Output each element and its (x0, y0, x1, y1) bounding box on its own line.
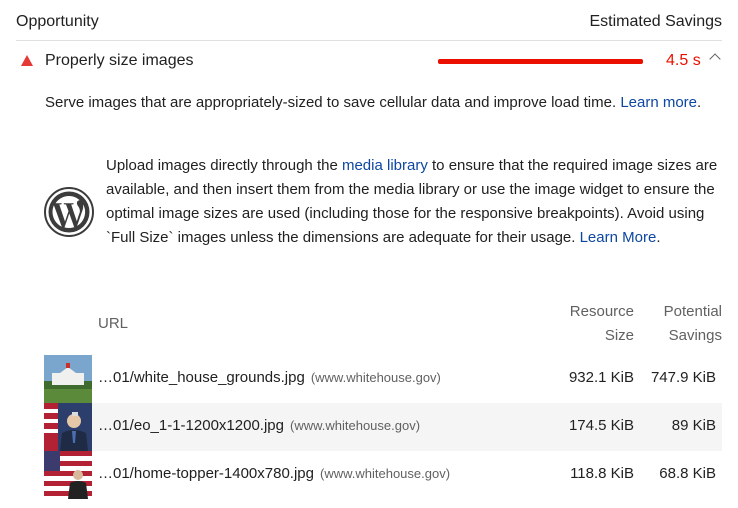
thumbnail-white-house (44, 355, 92, 403)
column-header-resource-line1: Resource (569, 303, 634, 320)
column-header-savings-line1: Potential (663, 303, 722, 320)
row-potential-savings: 68.8 KiB (659, 465, 716, 482)
column-header-resource-size: Resource Size (570, 300, 634, 348)
estimated-savings-header: Estimated Savings (589, 13, 722, 30)
row-potential-savings: 89 KiB (671, 417, 716, 434)
row-resource-size: 932.1 KiB (568, 369, 634, 386)
stack-pack-text: Upload images directly through the media… (106, 154, 718, 250)
stack-learn-more-link[interactable]: Learn More (580, 229, 657, 246)
row-url-path: …01/white_house_grounds.jpg (98, 369, 305, 386)
row-url[interactable]: …01/eo_1-1-1200x1200.jpg (www.whitehouse.… (98, 417, 420, 434)
savings-value: 4.5 s (666, 52, 701, 69)
row-url-host: (www.whitehouse.gov) (310, 370, 441, 385)
row-url[interactable]: …01/white_house_grounds.jpg (www.whitehou… (98, 369, 441, 386)
learn-more-link[interactable]: Learn more (620, 94, 697, 111)
table-row: …01/eo_1-1-1200x1200.jpg (www.whitehouse.… (44, 403, 722, 451)
row-url-path: …01/home-topper-1400x780.jpg (98, 465, 314, 482)
table-row: …01/home-topper-1400x780.jpg (www.whiteho… (44, 451, 722, 499)
column-header-potential-savings: Potential Savings (664, 300, 722, 348)
row-potential-savings: 747.9 KiB (650, 369, 716, 386)
savings-bar (438, 59, 643, 64)
chevron-up-icon[interactable] (709, 53, 721, 65)
thumbnail-president (44, 403, 92, 451)
row-url-path: …01/eo_1-1-1200x1200.jpg (98, 417, 284, 434)
stack-text-1: Upload images directly through the (106, 157, 338, 174)
media-library-link[interactable]: media library (342, 157, 428, 174)
wordpress-logo-icon (44, 187, 94, 237)
audit-title[interactable]: Properly size images (45, 52, 194, 70)
stack-learn-more-punct: . (656, 229, 661, 246)
opportunity-header: Opportunity (16, 13, 99, 30)
row-url-host: (www.whitehouse.gov) (289, 418, 421, 433)
fail-triangle-icon (21, 55, 33, 66)
row-url-host: (www.whitehouse.gov) (319, 466, 451, 481)
header-divider (16, 40, 722, 41)
column-header-resource-line2: Size (604, 327, 634, 344)
audit-description: Serve images that are appropriately-size… (45, 91, 715, 115)
thumbnail-flag (44, 451, 92, 499)
row-resource-size: 174.5 KiB (568, 417, 634, 434)
column-header-savings-line2: Savings (668, 327, 722, 344)
table-row: …01/white_house_grounds.jpg (www.whitehou… (44, 355, 722, 403)
row-resource-size: 118.8 KiB (570, 465, 634, 482)
row-url[interactable]: …01/home-topper-1400x780.jpg (www.whiteho… (98, 465, 450, 482)
description-text: Serve images that are appropriately-size… (45, 94, 617, 111)
column-header-url: URL (98, 315, 129, 332)
learn-more-punct: . (697, 94, 702, 111)
